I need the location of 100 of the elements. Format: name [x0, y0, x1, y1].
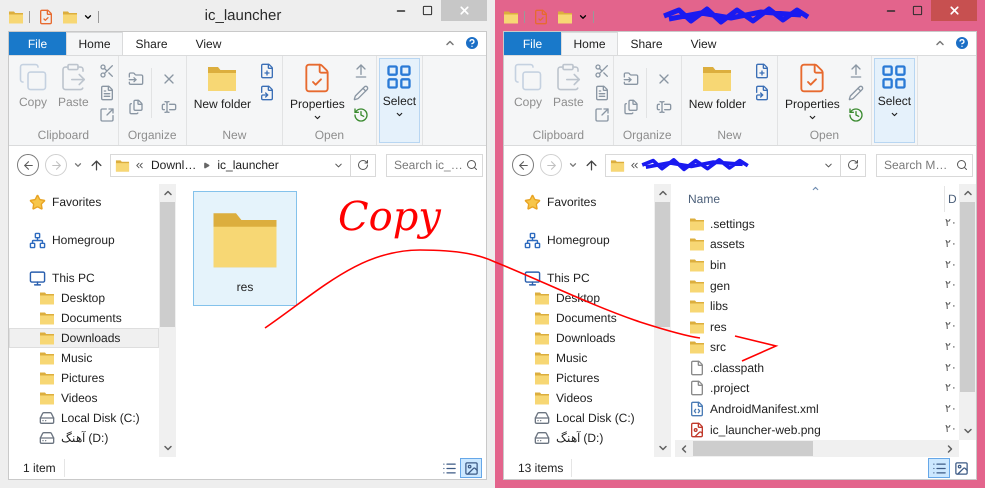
- scrollbar-thumb[interactable]: [655, 202, 670, 327]
- breadcrumb[interactable]: Downl…: [151, 156, 196, 174]
- picture-icon: [464, 460, 478, 476]
- caret-icon: [890, 110, 899, 119]
- shortcut-file-glyph-icon: [259, 85, 276, 101]
- breadcrumb[interactable]: ic_launcher: [217, 156, 279, 174]
- forward-icon: [50, 158, 62, 172]
- list-icon: [442, 460, 456, 476]
- close-button[interactable]: [931, 0, 977, 21]
- scrollbar[interactable]: [654, 184, 671, 457]
- search-field[interactable]: Search M…: [876, 154, 973, 176]
- copy-path-glyph-icon: [594, 85, 610, 101]
- nav-item[interactable]: Music: [9, 348, 159, 368]
- ribbon-button[interactable]: New folder: [190, 58, 254, 111]
- refresh-icon[interactable]: [357, 159, 369, 171]
- scrollbar-thumb[interactable]: [160, 202, 175, 327]
- file-item[interactable]: res: [193, 191, 297, 306]
- help-icon[interactable]: [954, 35, 970, 51]
- ribbon-tab[interactable]: View: [675, 32, 732, 55]
- ribbon-button[interactable]: Properties: [782, 58, 843, 126]
- nav-item[interactable]: Local Disk (C:): [9, 408, 159, 428]
- nav-item[interactable]: آهنگ (D:): [9, 428, 159, 448]
- nav-item[interactable]: Pictures: [504, 368, 654, 388]
- back-button[interactable]: [512, 154, 534, 176]
- recent-caret-icon[interactable]: [568, 160, 578, 170]
- ribbon-group-label: New: [716, 127, 742, 143]
- ribbon-button[interactable]: Select: [380, 59, 420, 142]
- recent-caret-icon[interactable]: [73, 160, 83, 170]
- forward-button[interactable]: [540, 154, 562, 176]
- nav-item[interactable]: Videos: [504, 388, 654, 408]
- nav-item[interactable]: Documents: [9, 308, 159, 328]
- nav-item[interactable]: آهنگ (D:): [504, 428, 654, 448]
- search-icon: [466, 159, 478, 171]
- forward-button[interactable]: [45, 154, 67, 176]
- ribbon-tab[interactable]: File: [504, 32, 561, 55]
- nav-item[interactable]: Pictures: [9, 368, 159, 388]
- list-icon: [932, 460, 946, 476]
- table-cell-text: ۲۰: [945, 400, 958, 417]
- customize-caret-icon[interactable]: [578, 12, 588, 22]
- address-bar[interactable]: Downl… ic_launcher: [110, 154, 376, 176]
- folder-icon: [115, 158, 130, 172]
- nav-item[interactable]: This PC: [9, 268, 159, 288]
- new-folder-icon: [557, 9, 573, 25]
- ribbon-button[interactable]: New folder: [686, 58, 750, 111]
- search-field[interactable]: Search ic_…: [386, 154, 483, 176]
- ribbon-tab[interactable]: Share: [618, 32, 675, 55]
- details-view-button[interactable]: [928, 458, 950, 478]
- breadcrumb-separator-icon[interactable]: [203, 162, 210, 168]
- help-icon[interactable]: [464, 35, 480, 51]
- scrollbar[interactable]: [959, 184, 976, 440]
- nav-item[interactable]: Music: [504, 348, 654, 368]
- nav-item[interactable]: Homegroup: [9, 230, 159, 250]
- overflow-chevron-icon: [629, 160, 640, 170]
- ribbon-tab[interactable]: Share: [123, 32, 180, 55]
- picture-icon: [954, 460, 968, 476]
- ribbon-button[interactable]: Select: [874, 59, 914, 142]
- scrollbar[interactable]: [159, 184, 176, 457]
- network-icon: [29, 232, 46, 248]
- rename-glyph-icon: [160, 99, 177, 115]
- nav-item[interactable]: Downloads: [504, 328, 654, 348]
- ribbon-tab[interactable]: Home: [66, 32, 123, 55]
- files-glyph-icon: [622, 99, 639, 115]
- scrollbar-thumb[interactable]: [960, 202, 975, 392]
- scrollbar-thumb[interactable]: [693, 441, 813, 456]
- scrollbar[interactable]: [675, 440, 959, 457]
- refresh-icon[interactable]: [847, 159, 859, 171]
- folder-icon: [534, 390, 550, 406]
- nav-item[interactable]: Videos: [9, 388, 159, 408]
- star-icon: [29, 194, 46, 210]
- nav-item[interactable]: Downloads: [9, 328, 159, 348]
- history-glyph-icon: [352, 107, 369, 123]
- new-folder-icon: [62, 9, 78, 25]
- status-text: 13 items: [518, 459, 572, 477]
- customize-caret-icon[interactable]: [83, 12, 93, 22]
- nav-item[interactable]: This PC: [504, 268, 654, 288]
- folder-icon: [689, 278, 705, 294]
- ribbon-tab[interactable]: View: [180, 32, 237, 55]
- nav-item[interactable]: Favorites: [504, 192, 654, 212]
- ribbon-tab[interactable]: File: [9, 32, 66, 55]
- ribbon-group-label: Clipboard: [532, 127, 586, 143]
- folder-icon: [534, 330, 550, 346]
- nav-item[interactable]: Favorites: [9, 192, 159, 212]
- address-bar[interactable]: [605, 154, 866, 176]
- nav-item[interactable]: Local Disk (C:): [504, 408, 654, 428]
- column-header[interactable]: Name: [675, 190, 944, 208]
- nav-item[interactable]: Documents: [504, 308, 654, 328]
- window-title: ic_launcher: [204, 6, 282, 26]
- ribbon-group-label: Clipboard: [36, 127, 90, 143]
- file-icon: [689, 360, 705, 376]
- column-header[interactable]: D: [945, 190, 959, 208]
- ribbon-group-label: Open: [808, 127, 840, 143]
- nav-item[interactable]: Homegroup: [504, 230, 654, 250]
- large-icons-view-button[interactable]: [460, 458, 482, 478]
- back-button[interactable]: [17, 154, 39, 176]
- ribbon-button[interactable]: Properties: [287, 58, 348, 126]
- folder-icon: [689, 298, 705, 314]
- ribbon-tab[interactable]: Home: [561, 32, 618, 55]
- table-cell-text: ۲۰: [945, 298, 958, 314]
- maximize-icon: [422, 5, 433, 16]
- nav-item[interactable]: Desktop: [9, 288, 159, 308]
